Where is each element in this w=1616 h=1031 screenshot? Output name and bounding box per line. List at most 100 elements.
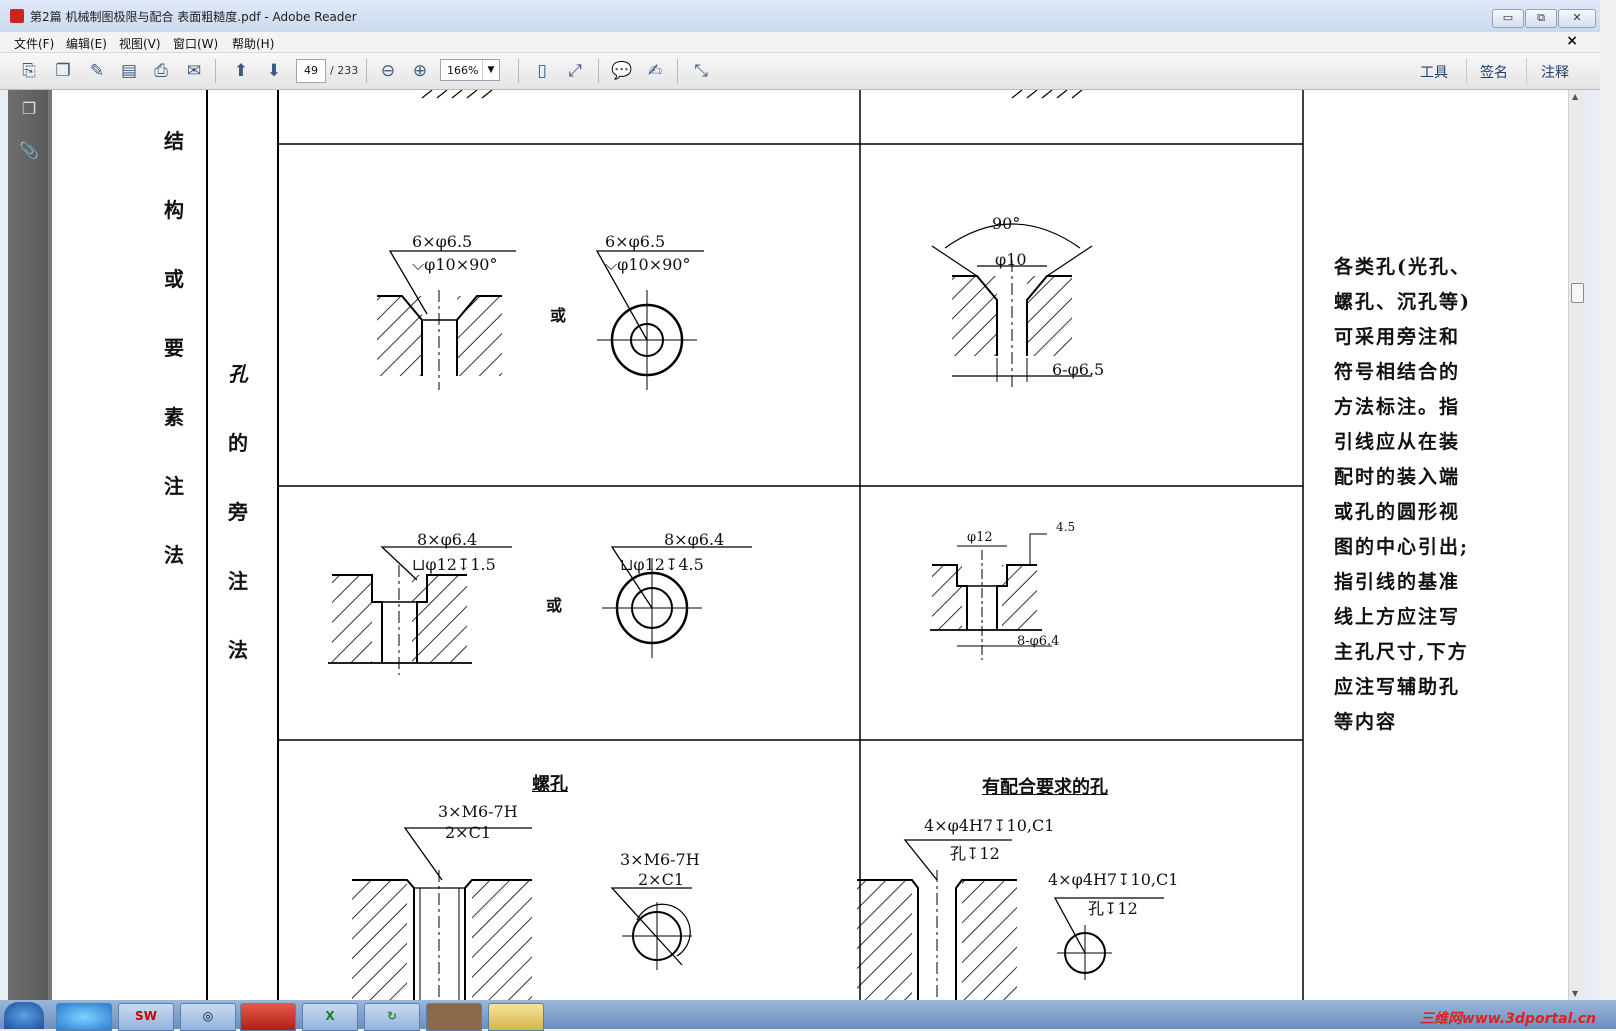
hole-label: 8-φ6.4 [1017, 634, 1060, 649]
col2-char: 的 [228, 431, 248, 455]
adobe-reader-taskbar-icon[interactable] [240, 1003, 296, 1031]
highlight-icon[interactable]: ✍ [642, 58, 668, 84]
col2-char: 旁 [228, 500, 248, 524]
taskbar-app-icon[interactable]: ↻ [364, 1003, 420, 1031]
hole-label: 6-φ6.5 [1052, 360, 1105, 379]
minimize-button[interactable]: ▭ [1492, 9, 1524, 28]
taskbar-app-icon[interactable] [56, 1003, 112, 1031]
menu-help[interactable]: 帮助(H) [232, 35, 274, 52]
diameter-label: φ12 [967, 530, 993, 545]
dimension-label: 8×φ6.4 [417, 530, 478, 549]
excel-taskbar-icon[interactable]: X [302, 1003, 358, 1031]
col2-char: 注 [228, 569, 248, 593]
dimension-label: ⌵φ10×90° [605, 255, 691, 274]
dimension-label: 4×φ4H7↧10,C1 [924, 816, 1055, 835]
toolbar-separator [215, 59, 216, 83]
or-label: 或 [546, 596, 563, 615]
col1-char: 结 [164, 129, 184, 153]
menu-view[interactable]: 视图(V) [119, 35, 161, 52]
zoom-in-icon[interactable]: ⊕ [407, 58, 433, 84]
fit-page-icon[interactable]: ▯ [529, 58, 555, 84]
description-text: 各类孔(光孔、螺孔、沉孔等)可采用旁注和符号相结合的方法标注。指引线应从在装配时… [1334, 256, 1471, 733]
toolbar-separator [518, 59, 519, 83]
tools-pane-button[interactable]: 工具 [1420, 62, 1448, 82]
fit-width-icon[interactable]: ⤢ [562, 58, 588, 84]
sign-pane-button[interactable]: 签名 [1480, 62, 1508, 82]
dimension-label: 2×C1 [445, 823, 492, 842]
vertical-scrollbar[interactable]: ▲ ▼ [1568, 90, 1585, 1000]
dimension-label: ⊔φ12↧4.5 [620, 555, 704, 574]
print-icon[interactable]: ⎙ [148, 58, 174, 84]
dimension-label: 6×φ6.5 [412, 232, 473, 251]
chevron-down-icon[interactable]: ▼ [482, 60, 499, 80]
dimension-label: ⊔φ12↧1.5 [412, 555, 496, 574]
section-title: 有配合要求的孔 [982, 777, 1108, 798]
col2-char: 法 [228, 638, 248, 662]
save-icon[interactable]: ▤ [116, 58, 142, 84]
dimension-label: 3×M6-7H [620, 850, 700, 869]
window-edge [1600, 0, 1616, 1029]
solidworks-taskbar-icon[interactable]: SW [118, 1003, 174, 1031]
taskbar-app-icon[interactable]: ◎ [180, 1003, 236, 1031]
page-thumbnails-icon[interactable]: ❐ [18, 98, 40, 120]
export-icon[interactable]: ❐ [50, 58, 76, 84]
create-pdf-icon[interactable]: ⎘ [16, 58, 42, 84]
title-bar: 第2篇 机械制图极限与配合 表面粗糙度.pdf - Adobe Reader ▭… [0, 0, 1600, 32]
adobe-reader-icon [10, 9, 24, 23]
menu-edit[interactable]: 编辑(E) [66, 35, 107, 52]
diameter-label: φ10 [995, 250, 1027, 269]
dimension-label: 6×φ6.5 [605, 232, 666, 251]
angle-label: 90° [992, 214, 1021, 233]
col1-char: 要 [164, 336, 184, 360]
previous-page-icon[interactable]: ⬆ [228, 58, 254, 84]
toolbar: ⎘ ❐ ✎ ▤ ⎙ ✉ ⬆ ⬇ 49 / 233 ⊖ ⊕ 166% ▼ ▯ ⤢ … [0, 53, 1600, 90]
dimension-label: 4×φ4H7↧10,C1 [1048, 870, 1179, 889]
menu-bar: 文件(F) 编辑(E) 视图(V) 窗口(W) 帮助(H) × [0, 32, 1600, 53]
or-label: 或 [550, 306, 567, 325]
taskbar-app-icon[interactable] [426, 1003, 482, 1031]
toolbar-separator [1526, 58, 1527, 84]
col1-char: 素 [164, 405, 184, 429]
zoom-value: 166% [447, 64, 479, 77]
dimension-label: 3×M6-7H [438, 802, 518, 821]
scroll-thumb[interactable] [1571, 283, 1584, 303]
col1-char: 法 [164, 543, 184, 567]
page-number-input[interactable]: 49 [296, 59, 326, 83]
menu-window[interactable]: 窗口(W) [173, 35, 218, 52]
toolbar-separator [1466, 58, 1467, 84]
start-button[interactable] [4, 1002, 44, 1029]
email-icon[interactable]: ✉ [181, 58, 207, 84]
col2-char: 孔 [228, 362, 248, 386]
restore-button[interactable]: ⧉ [1525, 9, 1557, 28]
scroll-down-icon[interactable]: ▼ [1572, 989, 1578, 998]
folder-taskbar-icon[interactable] [488, 1003, 544, 1031]
page-total: / 233 [330, 64, 359, 77]
dimension-label: 8×φ6.4 [664, 530, 725, 549]
menu-file[interactable]: 文件(F) [14, 35, 54, 52]
taskbar: SW ◎ X ↻ 三维网www.3dportal.cn [0, 1000, 1616, 1031]
next-page-icon[interactable]: ⬇ [261, 58, 287, 84]
attachment-icon[interactable]: 📎 [18, 140, 40, 162]
dimension-label: 孔↧12 [950, 844, 1000, 863]
close-button[interactable]: ✕ [1558, 9, 1596, 28]
depth-label: 4.5 [1056, 520, 1076, 534]
comment-icon[interactable]: 💬 [609, 58, 635, 84]
dimension-label: 2×C1 [638, 870, 685, 889]
watermark-text: 三维网www.3dportal.cn [1419, 1011, 1596, 1027]
col1-char: 或 [164, 267, 184, 291]
zoom-out-icon[interactable]: ⊖ [375, 58, 401, 84]
edit-icon[interactable]: ✎ [84, 58, 110, 84]
section-title: 螺孔 [532, 774, 568, 795]
col1-char: 构 [164, 198, 184, 222]
navigation-panel: ❐ 📎 [8, 90, 48, 1000]
full-screen-icon[interactable]: ⤡ [688, 58, 714, 84]
col1-char: 注 [164, 474, 184, 498]
zoom-select[interactable]: 166% ▼ [440, 59, 500, 81]
window-title: 第2篇 机械制图极限与配合 表面粗糙度.pdf - Adobe Reader [30, 10, 357, 24]
toolbar-separator [366, 59, 367, 83]
scroll-up-icon[interactable]: ▲ [1572, 92, 1578, 101]
close-document-icon[interactable]: × [1566, 33, 1578, 49]
comment-pane-button[interactable]: 注释 [1541, 62, 1569, 82]
toolbar-separator [598, 59, 599, 83]
dimension-label: 孔↧12 [1088, 899, 1138, 918]
